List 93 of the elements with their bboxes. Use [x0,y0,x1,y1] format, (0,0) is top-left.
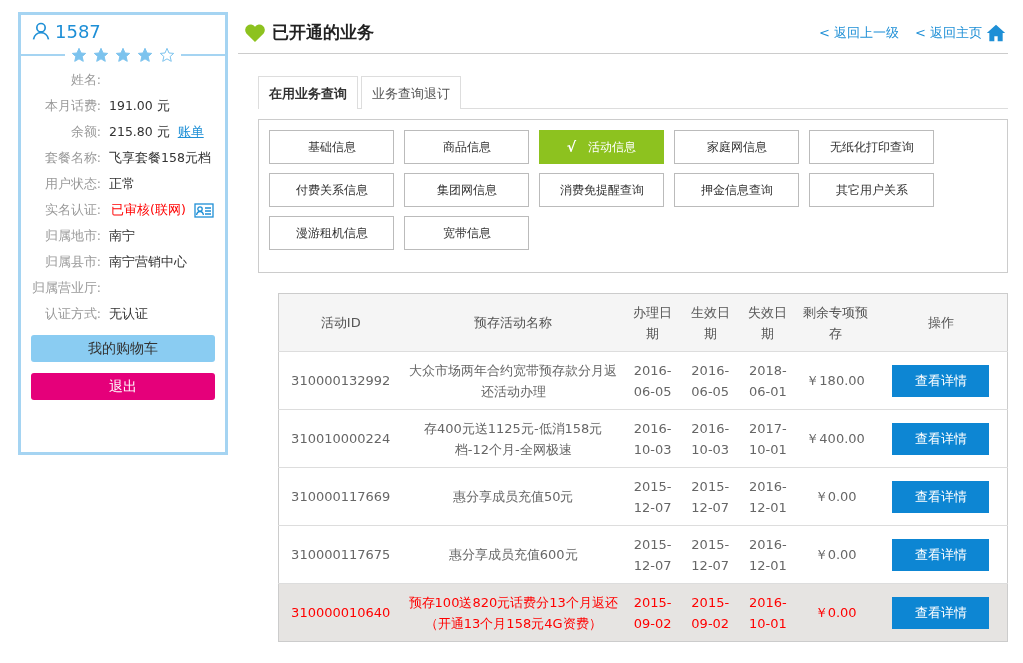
cart-button[interactable]: 我的购物车 [31,335,215,362]
category-button[interactable]: 付费关系信息 [269,173,394,207]
star-outline-icon [159,47,175,63]
home-icon[interactable] [986,22,1006,43]
column-header: 办理日期 [623,293,682,352]
view-details-button[interactable]: 查看详情 [892,538,990,571]
field-label: 用户状态: [43,175,101,193]
category-button[interactable]: 宽带信息 [404,216,529,250]
table-cell: 2018-06-01 [739,351,797,410]
table-cell: ￥400.00 [796,409,875,468]
table-cell: 2016-12-01 [739,467,797,526]
table-cell: 2015-12-07 [623,525,682,584]
star-icon [93,47,109,63]
phone-number: 1587 [55,20,101,42]
table-cell: 2016-06-05 [623,351,682,410]
back-link[interactable]: < 返回上一级 [818,23,899,42]
field-value: 已审核(联网) [111,201,186,219]
field-label: 套餐名称: [43,149,101,167]
star-icon [71,47,87,63]
category-button[interactable]: 消费免提醒查询 [539,173,664,207]
field-label: 余额: [69,123,101,141]
field-label: 归属地市: [43,227,101,245]
column-header: 剩余专项预存 [796,293,875,352]
column-header: 预存活动名称 [402,293,624,352]
table-cell: 2015-12-07 [681,467,739,526]
table-cell: 310000117675 [278,525,403,584]
category-button[interactable]: 基础信息 [269,130,394,164]
table-cell: 大众市场两年合约宽带预存款分月返还活动办理 [402,351,624,410]
table-cell: 2016-12-01 [739,525,797,584]
field-label: 归属营业厅: [31,279,101,297]
column-header: 操作 [874,293,1008,352]
table-row[interactable]: 310000117675 惠分享成员充值600元 2015-12-07 2015-12-07 2016-12-01 ￥0.00 查看详情 [278,525,1008,584]
table-cell: 2016-06-05 [681,351,739,410]
field-value: 正常 [109,175,135,193]
field-label: 认证方式: [43,305,101,323]
table-cell: 310000132992 [278,351,403,410]
table-cell: 310000010640 [278,583,403,642]
logout-button[interactable]: 退出 [31,373,215,400]
field-value: 191.00 元 [109,97,170,115]
table-cell: ￥0.00 [796,583,875,642]
column-header: 失效日期 [739,293,797,352]
table-cell: ￥0.00 [796,467,875,526]
view-details-button[interactable]: 查看详情 [892,422,990,455]
field-value: 215.80 元 [109,123,170,141]
table-cell: 310010000224 [278,409,403,468]
table-cell: 2016-10-01 [739,583,797,642]
tab[interactable]: 在用业务查询 [258,76,358,109]
table-row[interactable]: 310000132992 大众市场两年合约宽带预存款分月返还活动办理 2016-06-05 2016-06-05 2018-06-01 ￥180.00 查看详情 [278,351,1008,410]
category-button[interactable]: 无纸化打印查询 [809,130,934,164]
category-button[interactable]: 家庭网信息 [674,130,799,164]
user-icon [31,21,51,41]
back-link[interactable]: < 返回主页 [914,23,982,42]
table-cell: 2015-09-02 [681,583,739,642]
tab[interactable]: 业务查询退订 [361,76,461,109]
view-details-button[interactable]: 查看详情 [892,364,990,397]
table-cell: ￥180.00 [796,351,875,410]
field-label: 实名认证: [43,201,101,219]
page-title: 已开通的业务 [272,21,375,44]
field-label: 姓名: [69,71,101,89]
category-button[interactable]: 集团网信息 [404,173,529,207]
table-cell: 惠分享成员充值600元 [402,525,624,584]
category-button[interactable]: 其它用户关系 [809,173,934,207]
star-icon [115,47,131,63]
heart-icon [244,22,266,43]
column-header: 生效日期 [681,293,739,352]
table-row[interactable]: 310000117669 惠分享成员充值50元 2015-12-07 2015-12-07 2016-12-01 ￥0.00 查看详情 [278,467,1008,526]
bill-link[interactable]: 账单 [177,123,204,141]
field-value: 飞享套餐158元档 [109,149,211,167]
table-cell: 2017-10-01 [739,409,797,468]
table-cell: 惠分享成员充值50元 [402,467,624,526]
id-card-icon[interactable] [193,203,214,218]
category-button[interactable]: 漫游租机信息 [269,216,394,250]
table-cell: 2016-10-03 [623,409,682,468]
category-button[interactable]: 押金信息查询 [674,173,799,207]
field-label: 归属县市: [43,253,101,271]
category-button[interactable]: 商品信息 [404,130,529,164]
table-cell: 2015-12-07 [681,525,739,584]
table-row[interactable]: 310010000224 存400元送1125元-低消158元档-12个月-全网极速 2016-10-03 2016-10-03 2017-10-01 ￥400.00 查看详情 [278,409,1008,468]
table-cell: 存400元送1125元-低消158元档-12个月-全网极速 [402,409,624,468]
table-cell: 2015-12-07 [623,467,682,526]
field-value: 南宁营销中心 [109,253,187,271]
column-header: 活动ID [278,293,403,352]
table-cell: 2016-10-03 [681,409,739,468]
field-value: 无认证 [109,305,148,323]
table-cell: ￥0.00 [796,525,875,584]
table-cell: 310000117669 [278,467,403,526]
field-label: 本月话费: [43,97,101,115]
table-cell: 预存100送820元话费分13个月返还（开通13个月158元4G资费） [402,583,624,642]
field-value: 南宁 [109,227,135,245]
table-cell: 2015-09-02 [623,583,682,642]
view-details-button[interactable]: 查看详情 [892,480,990,513]
star-icon [137,47,153,63]
view-details-button[interactable]: 查看详情 [892,596,990,629]
